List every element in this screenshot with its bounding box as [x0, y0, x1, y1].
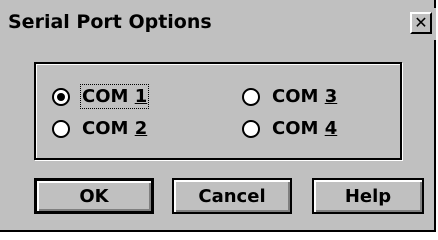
radio-com2-button[interactable] — [52, 119, 70, 138]
radio-com3-label: COM 3 — [272, 86, 337, 107]
com2-prefix: COM — [82, 118, 135, 139]
radio-com4[interactable]: COM 4 — [242, 118, 337, 139]
cancel-button[interactable]: Cancel — [172, 178, 292, 214]
help-button[interactable]: Help — [312, 178, 424, 214]
radio-com1-button[interactable] — [52, 87, 70, 106]
radio-com3-button[interactable] — [242, 87, 260, 106]
radio-com1-label: COM 1 — [79, 84, 150, 109]
close-button[interactable]: ✕ — [410, 12, 432, 34]
com1-prefix: COM — [82, 86, 135, 107]
title-bar: Serial Port Options ✕ — [0, 8, 436, 40]
com4-prefix: COM — [272, 118, 325, 139]
radio-com3[interactable]: COM 3 — [242, 86, 337, 107]
com2-accel: 2 — [134, 118, 148, 139]
port-selection-group — [34, 62, 402, 160]
com1-accel: 1 — [134, 86, 148, 107]
radio-com4-label: COM 4 — [272, 118, 337, 139]
radio-com4-button[interactable] — [242, 119, 260, 138]
close-icon: ✕ — [414, 13, 428, 32]
dialog-title: Serial Port Options — [8, 11, 212, 33]
radio-com2-label: COM 2 — [82, 118, 147, 139]
radio-com2[interactable]: COM 2 — [52, 118, 147, 139]
radio-com1[interactable]: COM 1 — [52, 84, 150, 109]
ok-button[interactable]: OK — [34, 178, 154, 214]
com3-prefix: COM — [272, 86, 325, 107]
com4-accel: 4 — [324, 118, 338, 139]
com3-accel: 3 — [324, 86, 338, 107]
serial-port-options-dialog: Serial Port Options ✕ COM 1 COM 2 COM 3 … — [0, 0, 436, 232]
